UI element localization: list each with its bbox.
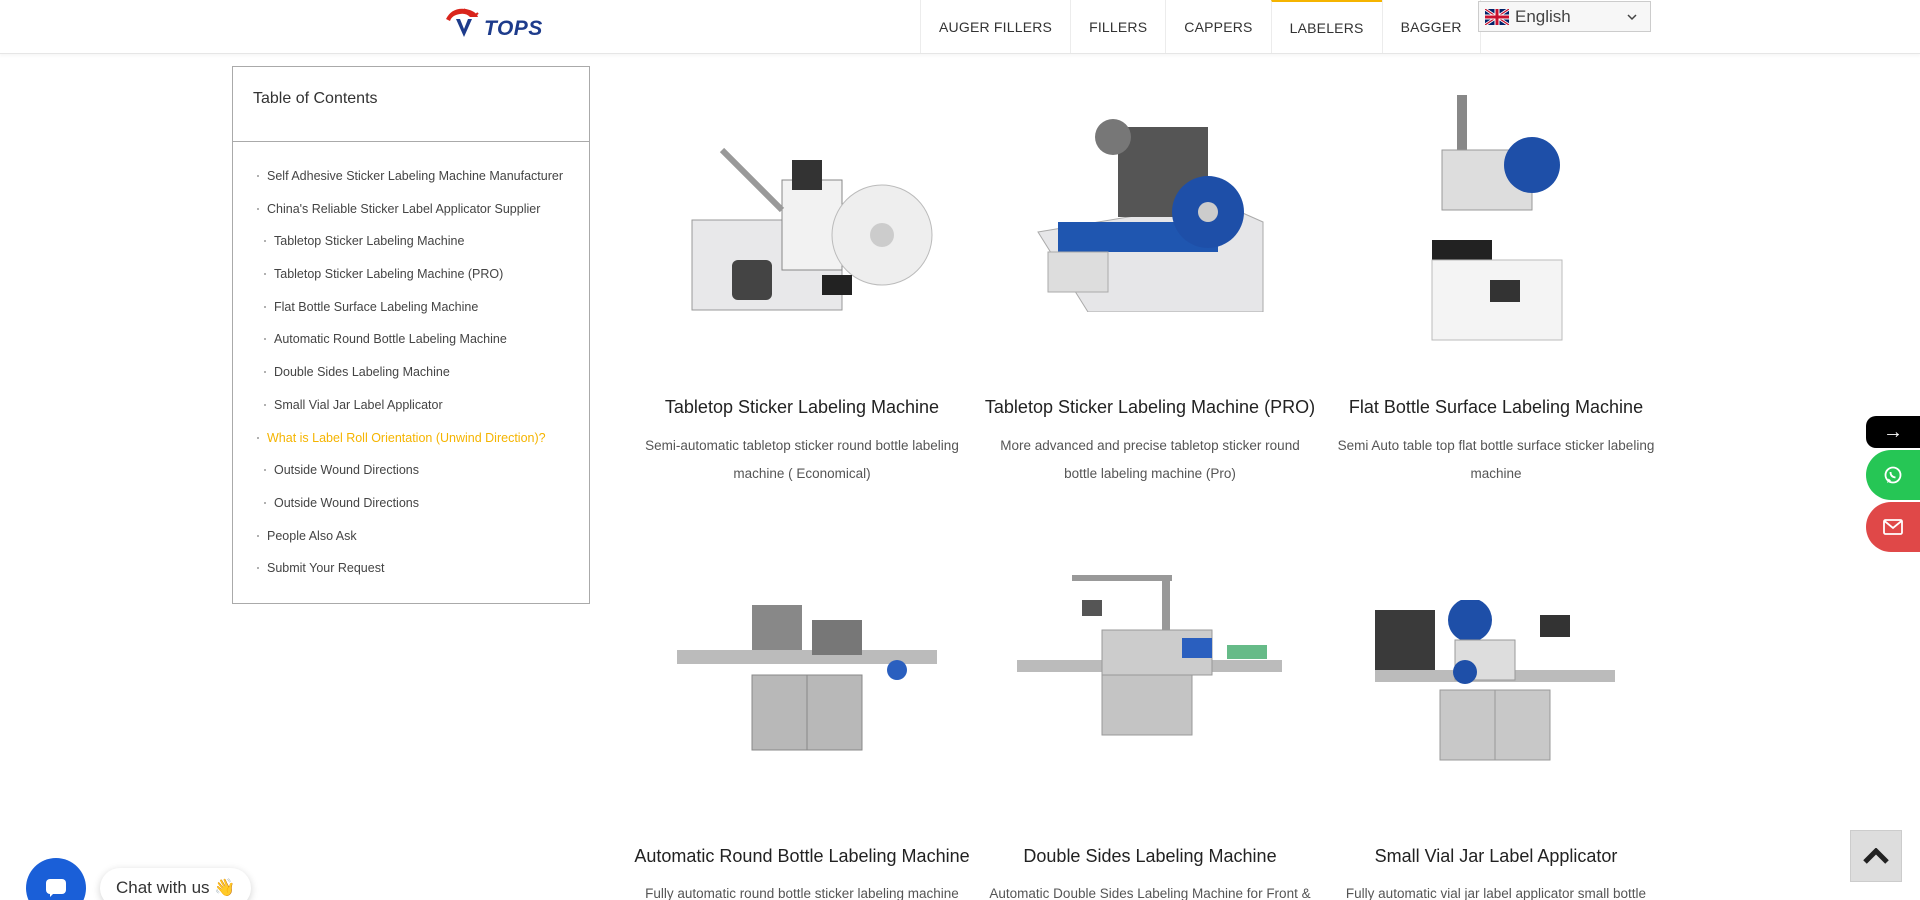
- toc-item[interactable]: Tabletop Sticker Labeling Machine: [233, 225, 589, 258]
- product-title[interactable]: Flat Bottle Surface Labeling Machine: [1316, 397, 1676, 418]
- toc-item[interactable]: Tabletop Sticker Labeling Machine (PRO): [233, 258, 589, 291]
- site-header: TOPS AUGER FILLERS FILLERS CAPPERS LABEL…: [0, 0, 1920, 54]
- nav-auger-fillers[interactable]: AUGER FILLERS: [920, 0, 1070, 53]
- nav-labelers[interactable]: LABELERS: [1270, 0, 1382, 53]
- email-button[interactable]: [1866, 502, 1920, 552]
- double-sides-labeler-image[interactable]: [1012, 570, 1282, 750]
- toc-item[interactable]: China's Reliable Sticker Label Applicato…: [233, 193, 589, 226]
- toc-item[interactable]: People Also Ask: [233, 520, 589, 553]
- table-of-contents: Table of Contents Self Adhesive Sticker …: [232, 66, 590, 604]
- tabletop-labeler-pro-image[interactable]: [1018, 112, 1278, 312]
- nav-bagger[interactable]: BAGGER: [1381, 0, 1480, 53]
- product-title[interactable]: Double Sides Labeling Machine: [970, 846, 1330, 867]
- product-desc: Fully automatic round bottle sticker lab…: [645, 886, 959, 900]
- toc-item[interactable]: Automatic Round Bottle Labeling Machine: [233, 323, 589, 356]
- chevron-up-icon: [1863, 848, 1889, 864]
- language-select[interactable]: English: [1478, 1, 1651, 32]
- product-title[interactable]: Tabletop Sticker Labeling Machine (PRO): [970, 397, 1330, 418]
- chevron-down-icon: [1627, 14, 1637, 21]
- product-desc: More advanced and precise tabletop stick…: [1000, 438, 1300, 481]
- vial-jar-labeler-image[interactable]: [1370, 600, 1640, 780]
- product-title[interactable]: Automatic Round Bottle Labeling Machine: [622, 846, 982, 867]
- product-desc: Semi-automatic tabletop sticker round bo…: [645, 438, 959, 481]
- product-desc: Semi Auto table top flat bottle surface …: [1337, 438, 1655, 481]
- logo-text: TOPS: [484, 17, 543, 40]
- uk-flag-icon: [1485, 8, 1509, 25]
- chat-with-us-label[interactable]: Chat with us 👋: [100, 868, 252, 900]
- nav-cappers[interactable]: CAPPERS: [1165, 0, 1270, 53]
- toc-item-active[interactable]: What is Label Roll Orientation (Unwind D…: [233, 422, 589, 455]
- whatsapp-icon: [1884, 466, 1902, 484]
- toc-item[interactable]: Flat Bottle Surface Labeling Machine: [233, 291, 589, 324]
- toc-item[interactable]: Self Adhesive Sticker Labeling Machine M…: [233, 160, 589, 193]
- whatsapp-button[interactable]: [1866, 450, 1920, 500]
- toc-item[interactable]: Submit Your Request: [233, 552, 589, 585]
- product-title[interactable]: Small Vial Jar Label Applicator: [1316, 846, 1676, 867]
- nav-fillers[interactable]: FILLERS: [1070, 0, 1165, 53]
- toc-list: Self Adhesive Sticker Labeling Machine M…: [233, 142, 589, 585]
- product-title[interactable]: Tabletop Sticker Labeling Machine: [622, 397, 982, 418]
- side-toggle-button[interactable]: →: [1866, 416, 1920, 448]
- product-desc: Automatic Double Sides Labeling Machine …: [989, 886, 1311, 900]
- mail-icon: [1883, 519, 1903, 535]
- toc-item[interactable]: Small Vial Jar Label Applicator: [233, 389, 589, 422]
- site-logo[interactable]: TOPS: [442, 5, 543, 40]
- tabletop-labeler-image[interactable]: [672, 140, 942, 330]
- toc-title: Table of Contents: [233, 67, 589, 142]
- round-bottle-labeler-image[interactable]: [672, 590, 942, 760]
- product-desc: Fully automatic vial jar label applicato…: [1345, 886, 1647, 900]
- back-to-top-button[interactable]: [1850, 830, 1902, 882]
- toc-item[interactable]: Double Sides Labeling Machine: [233, 356, 589, 389]
- chat-icon: [46, 879, 66, 897]
- toc-item[interactable]: Outside Wound Directions: [233, 454, 589, 487]
- flat-bottle-labeler-image[interactable]: [1422, 90, 1572, 350]
- language-label: English: [1515, 6, 1571, 26]
- toc-item[interactable]: Outside Wound Directions: [233, 487, 589, 520]
- chat-launcher-button[interactable]: [26, 858, 86, 900]
